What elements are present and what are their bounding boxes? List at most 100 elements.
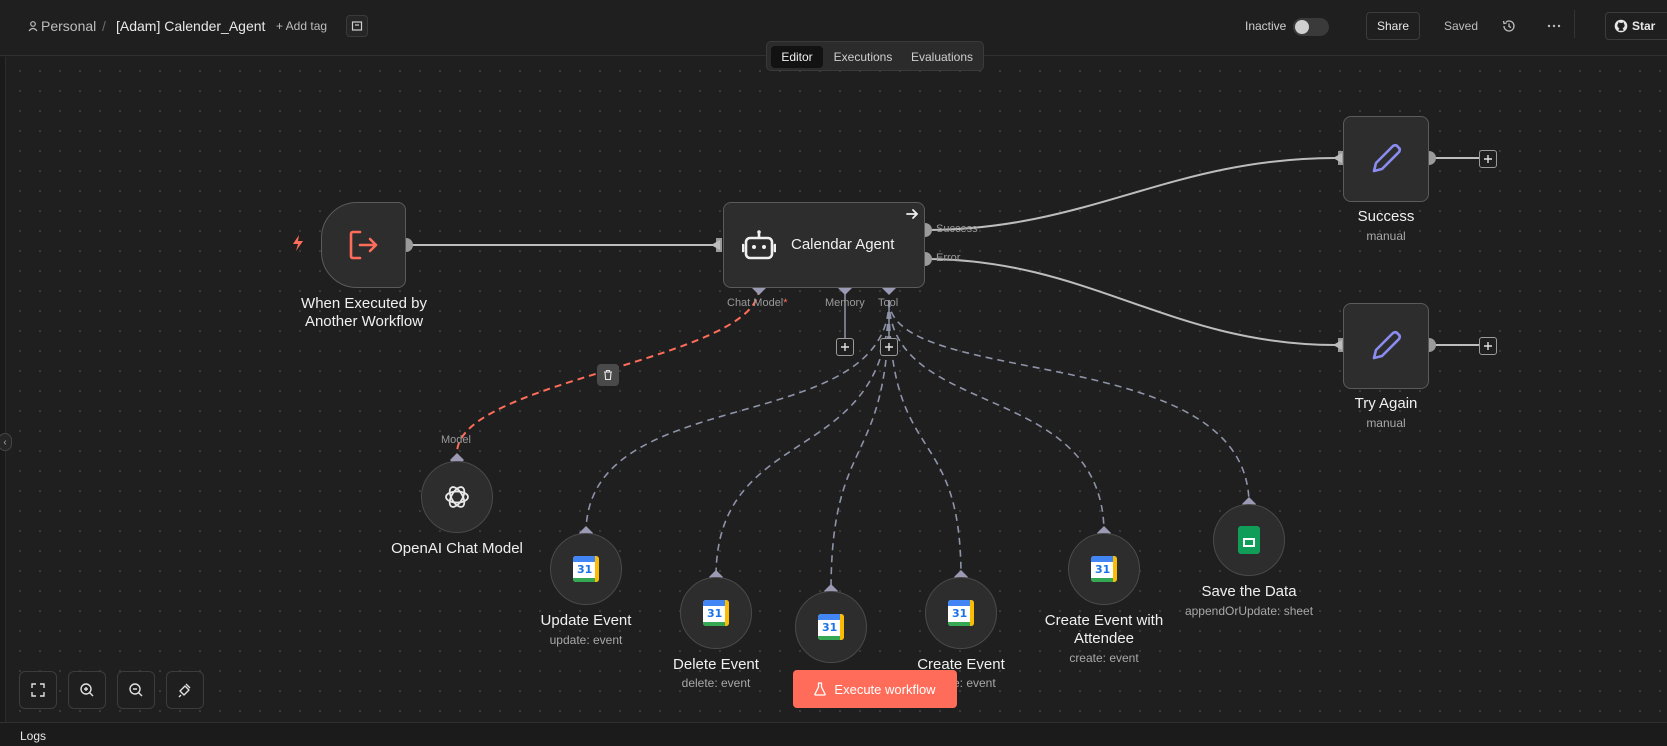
add-memory-button[interactable]	[836, 338, 854, 356]
zoom-out-icon	[129, 683, 143, 697]
fit-view-button[interactable]	[19, 671, 57, 709]
exit-arrow-icon	[349, 230, 377, 260]
node-delete-event[interactable]: 31	[680, 577, 752, 649]
add-after-try-again-button[interactable]	[1479, 337, 1497, 355]
execute-workflow-label: Execute workflow	[834, 681, 936, 697]
create-event-attendee-subtitle: create: event	[1069, 651, 1139, 665]
arrow-right-icon	[906, 209, 919, 219]
robot-icon	[742, 230, 776, 260]
lightning-icon	[293, 235, 303, 251]
github-star-button[interactable]: Star	[1605, 12, 1667, 40]
save-data-subtitle: appendOrUpdate: sheet	[1184, 604, 1314, 618]
agent-title: Calendar Agent	[791, 236, 895, 253]
delete-event-title: Delete Event	[673, 656, 759, 673]
node-create-event[interactable]: 31	[925, 577, 997, 649]
port-label-chat-model-text: Chat Model	[727, 297, 784, 309]
broom-icon	[178, 683, 191, 698]
node-try-again[interactable]	[1343, 303, 1429, 389]
required-marker: *	[783, 297, 788, 309]
port-label-model: Model	[441, 434, 471, 446]
trash-icon	[604, 369, 612, 381]
google-calendar-icon: 31	[948, 600, 974, 626]
saved-status: Saved	[1444, 19, 1479, 33]
tidy-up-button[interactable]	[166, 671, 204, 709]
gcal-day: 31	[577, 563, 593, 576]
google-sheets-icon	[1238, 526, 1260, 554]
try-again-subtitle: manual	[1366, 416, 1406, 430]
delete-connection-button[interactable]	[597, 364, 619, 386]
google-calendar-icon: 31	[573, 556, 599, 582]
add-tag-button[interactable]: + Add tag	[276, 19, 327, 33]
gcal-day: 31	[952, 607, 968, 620]
plus-icon	[1484, 155, 1492, 163]
trigger-title-line2: Another Workflow	[304, 313, 424, 330]
tab-editor[interactable]: Editor	[771, 46, 823, 68]
star-label: Star	[1632, 19, 1656, 33]
workflow-name[interactable]: [Adam] Calender_Agent	[116, 18, 265, 34]
breadcrumb-separator: /	[102, 18, 106, 34]
plus-icon	[1484, 342, 1492, 350]
flask-icon	[814, 682, 827, 696]
gcal-day: 31	[822, 621, 838, 634]
update-event-title: Update Event	[540, 612, 632, 629]
active-toggle[interactable]	[1293, 18, 1329, 36]
fit-view-icon	[31, 683, 45, 697]
share-button[interactable]: Share	[1366, 12, 1420, 40]
node-openai-chat-model[interactable]	[421, 461, 493, 533]
status-label: Inactive	[1245, 19, 1287, 33]
try-again-title: Try Again	[1354, 395, 1418, 412]
node-success[interactable]	[1343, 116, 1429, 202]
user-icon	[28, 21, 38, 32]
node-create-event-attendee[interactable]: 31	[1068, 533, 1140, 605]
gcal-day: 31	[707, 607, 723, 620]
openai-icon	[445, 486, 469, 508]
tab-evaluations[interactable]: Evaluations	[903, 46, 981, 68]
port-label-success: Success	[936, 223, 978, 235]
port-label-tool: Tool	[878, 297, 899, 309]
view-tabs: Editor Executions Evaluations	[766, 41, 984, 71]
tab-executions[interactable]: Executions	[827, 46, 899, 68]
zoom-out-button[interactable]	[117, 671, 155, 709]
logs-label[interactable]: Logs	[20, 729, 46, 743]
breadcrumb-personal[interactable]: Personal	[28, 18, 96, 34]
github-icon	[1614, 19, 1628, 33]
zoom-in-icon	[80, 683, 94, 697]
node-update-event[interactable]: 31	[550, 533, 622, 605]
create-event-attendee-title-line2: Attendee	[1073, 630, 1135, 647]
archive-icon	[351, 21, 363, 31]
add-after-success-button[interactable]	[1479, 150, 1497, 168]
logs-panel-bar[interactable]	[0, 722, 1667, 746]
more-options-icon[interactable]	[1545, 17, 1563, 35]
gcal-day: 31	[1095, 563, 1111, 576]
breadcrumb-personal-label: Personal	[41, 18, 97, 34]
google-calendar-icon: 31	[1091, 556, 1117, 582]
plus-icon	[841, 343, 849, 351]
node-calendar-tool[interactable]: 31	[795, 591, 867, 663]
history-icon[interactable]	[1500, 17, 1518, 35]
google-calendar-icon: 31	[818, 614, 844, 640]
trigger-title-line1: When Executed by	[301, 295, 427, 312]
delete-event-subtitle: delete: event	[681, 676, 751, 690]
add-tool-button[interactable]	[880, 338, 898, 356]
openai-title: OpenAI Chat Model	[391, 540, 523, 557]
port-label-error: Error	[936, 252, 961, 264]
node-trigger[interactable]	[321, 202, 406, 288]
plus-icon	[885, 343, 893, 351]
pen-icon	[1372, 143, 1402, 173]
archive-button[interactable]	[346, 15, 368, 37]
left-rail	[0, 57, 6, 722]
pen-icon	[1372, 330, 1402, 360]
header-divider	[1574, 10, 1575, 38]
zoom-in-button[interactable]	[68, 671, 106, 709]
success-title: Success	[1357, 208, 1415, 225]
execute-workflow-button[interactable]: Execute workflow	[793, 670, 957, 708]
toggle-knob	[1295, 20, 1309, 34]
expand-sidebar-button[interactable]: ‹	[0, 433, 12, 451]
success-subtitle: manual	[1366, 229, 1406, 243]
port-label-memory: Memory	[825, 297, 865, 309]
google-calendar-icon: 31	[703, 600, 729, 626]
save-data-title: Save the Data	[1201, 583, 1297, 600]
port-label-chat-model: Chat Model*	[727, 297, 788, 309]
node-save-data[interactable]	[1213, 504, 1285, 576]
update-event-subtitle: update: event	[549, 633, 623, 647]
